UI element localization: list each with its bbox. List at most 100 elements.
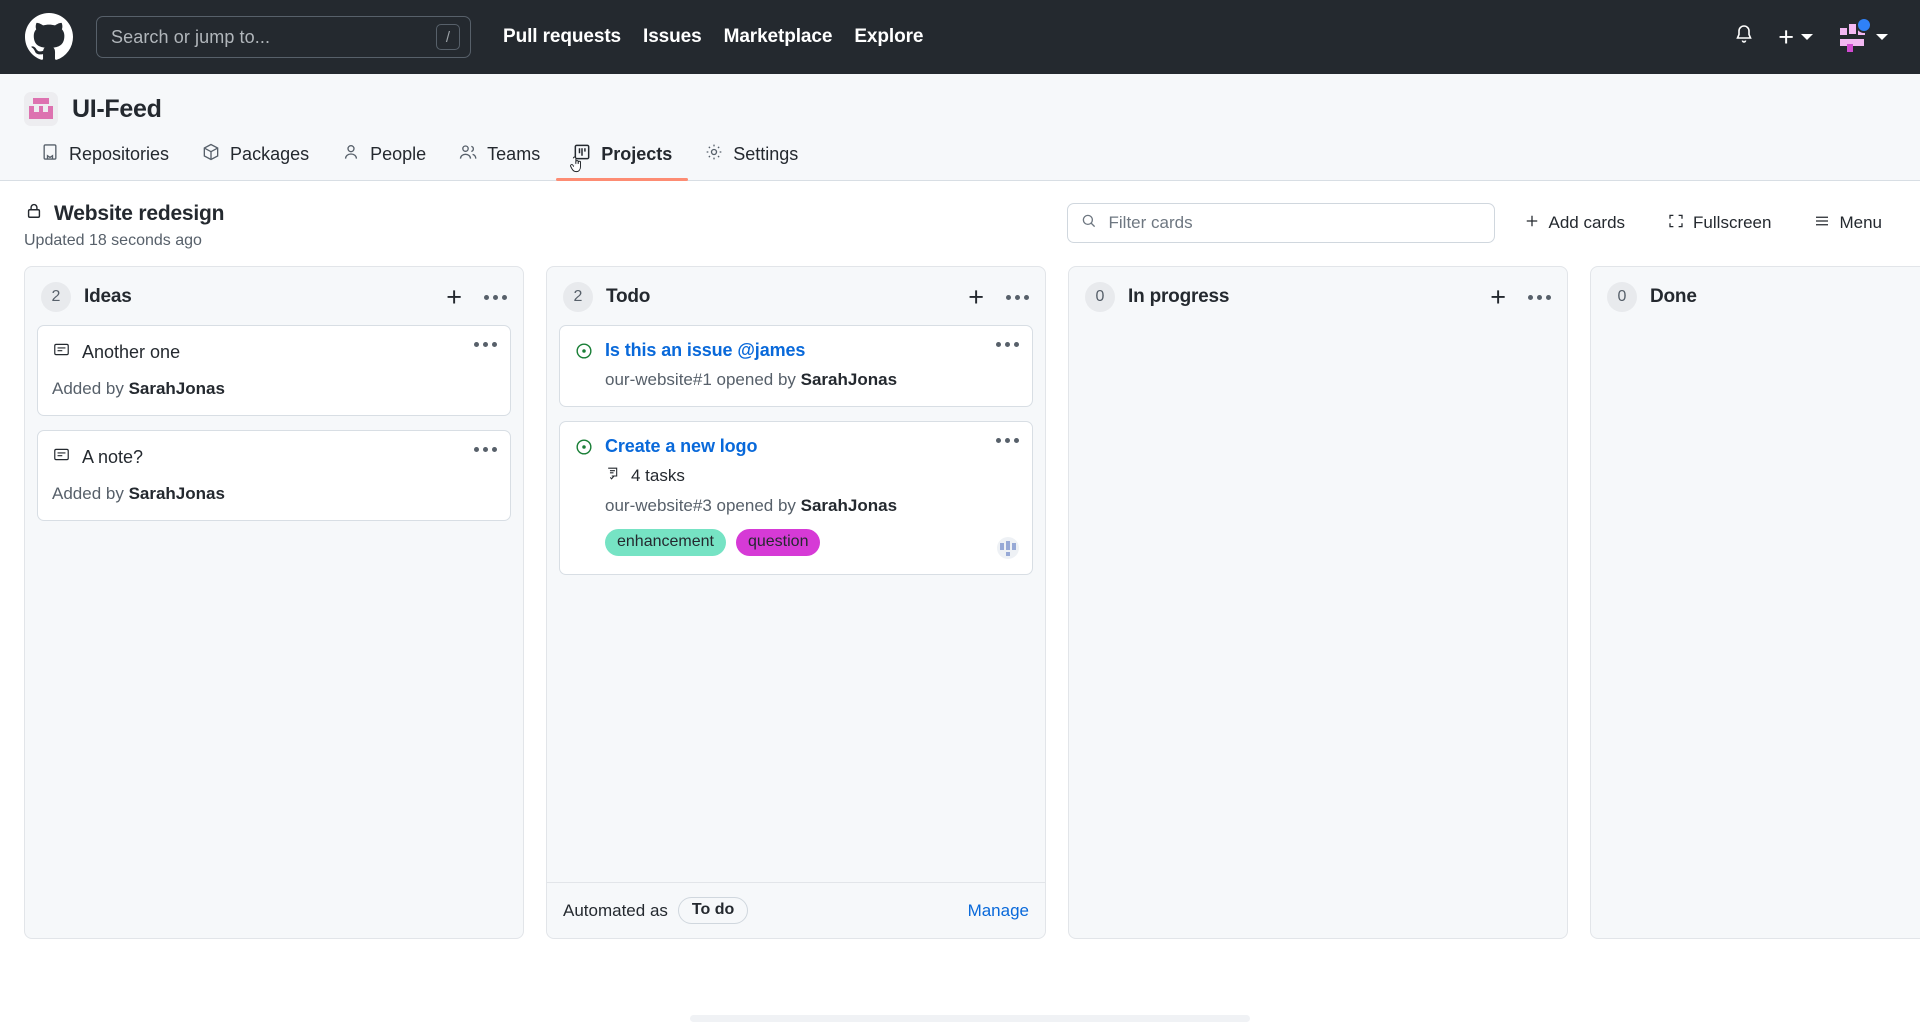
column-menu-button[interactable] [1006, 294, 1029, 300]
automation-state-badge: To do [677, 897, 749, 924]
column-name: Ideas [84, 286, 132, 307]
tab-projects[interactable]: Projects [556, 142, 689, 181]
scrollbar-thumb[interactable] [690, 1015, 1250, 1022]
project-toolbar-actions: Filter cards Add cards Fullscreen Menu [1066, 201, 1897, 243]
column-header: 2 Todo + [547, 267, 1045, 325]
add-card-to-column-button[interactable]: + [1490, 283, 1506, 311]
label-enhancement[interactable]: enhancement [605, 529, 726, 556]
chevron-down-icon [1876, 34, 1888, 40]
column-cards [1069, 325, 1567, 938]
tab-packages[interactable]: Packages [185, 142, 325, 180]
column-menu-button[interactable] [1528, 294, 1551, 300]
project-updated-timestamp: Updated 18 seconds ago [24, 232, 202, 249]
nav-explore[interactable]: Explore [854, 26, 923, 48]
fullscreen-button[interactable]: Fullscreen [1653, 203, 1785, 243]
hamburger-icon [1813, 212, 1831, 235]
tab-people[interactable]: People [325, 142, 442, 180]
card-title: Another one [82, 341, 181, 362]
project-board: 2 Ideas + Another one Added by SarahJona… [0, 266, 1920, 946]
menu-button[interactable]: Menu [1799, 203, 1896, 243]
nav-issues[interactable]: Issues [643, 26, 702, 48]
global-header: Search or jump to... / Pull requests Iss… [0, 0, 1920, 74]
board-column-in-progress: 0 In progress + [1068, 266, 1568, 939]
note-icon [52, 340, 71, 364]
card-title-link[interactable]: Create a new logo [605, 436, 757, 457]
manage-automation-link[interactable]: Manage [968, 901, 1029, 921]
page-title: UI-Feed [72, 94, 162, 123]
card-menu-button[interactable] [474, 447, 497, 452]
search-shortcut-key: / [436, 24, 460, 50]
add-cards-button[interactable]: Add cards [1509, 203, 1640, 243]
plus-icon [1523, 212, 1541, 235]
chevron-down-icon [1801, 34, 1813, 40]
project-title: Website redesign [54, 201, 225, 225]
add-cards-label: Add cards [1548, 213, 1626, 232]
menu-label: Menu [1839, 213, 1882, 232]
filter-placeholder: Filter cards [1108, 213, 1193, 232]
card-meta-prefix: our-website#1 opened by [605, 370, 801, 389]
repo-icon [40, 142, 60, 167]
column-name: Done [1650, 286, 1697, 307]
card-author: SarahJonas [128, 379, 225, 398]
column-header: 0 In progress + [1069, 267, 1567, 325]
card-meta: our-website#1 opened by SarahJonas [574, 370, 1018, 390]
card-author: SarahJonas [800, 496, 898, 515]
tab-label: Repositories [69, 144, 170, 164]
card-author: SarahJonas [128, 484, 225, 503]
header-actions: + [1732, 17, 1900, 54]
card-menu-button[interactable] [996, 438, 1019, 443]
add-card-to-column-button[interactable]: + [968, 283, 984, 311]
card-menu-button[interactable] [996, 342, 1019, 347]
tab-label: Teams [487, 144, 541, 164]
status-badge [1856, 17, 1872, 33]
note-card[interactable]: A note? Added by SarahJonas [37, 430, 511, 521]
tab-repositories[interactable]: Repositories [24, 142, 185, 180]
board-column-ideas: 2 Ideas + Another one Added by SarahJona… [24, 266, 524, 939]
create-new-button[interactable]: + [1778, 23, 1813, 51]
issue-card[interactable]: Is this an issue @james our-website#1 op… [559, 325, 1033, 407]
tab-teams[interactable]: Teams [442, 142, 556, 180]
nav-pull-requests[interactable]: Pull requests [503, 26, 621, 48]
avatar [1835, 17, 1872, 54]
column-card-count: 0 [1607, 282, 1637, 312]
card-meta-prefix: our-website#3 opened by [605, 496, 801, 515]
fullscreen-icon [1667, 212, 1685, 235]
column-automation-footer: Automated as To do Manage [547, 882, 1045, 938]
issue-opened-icon [574, 341, 594, 361]
card-title-link[interactable]: Is this an issue @james [605, 340, 805, 361]
column-cards [1591, 325, 1920, 938]
tasklist-icon [605, 465, 622, 487]
issue-card[interactable]: Create a new logo 4 tasks our-website#3 … [559, 421, 1033, 575]
card-labels: enhancement question [574, 529, 1018, 556]
tab-settings[interactable]: Settings [688, 142, 814, 180]
bell-icon[interactable] [1732, 23, 1756, 52]
label-question[interactable]: question [735, 529, 821, 556]
column-menu-button[interactable] [484, 294, 507, 300]
add-card-to-column-button[interactable]: + [446, 283, 462, 311]
fullscreen-label: Fullscreen [1693, 213, 1772, 232]
project-board-icon [572, 142, 592, 167]
account-menu[interactable] [1835, 17, 1888, 54]
column-name: Todo [606, 286, 651, 307]
filter-cards-input[interactable]: Filter cards [1066, 203, 1495, 243]
card-meta-prefix: Added by [52, 484, 129, 503]
tab-label: Projects [601, 144, 673, 164]
tab-label: Packages [230, 144, 310, 164]
horizontal-scrollbar[interactable] [0, 1012, 1920, 1024]
search-input[interactable]: Search or jump to... / [96, 16, 471, 58]
column-card-count: 2 [563, 282, 593, 312]
card-menu-button[interactable] [474, 342, 497, 347]
assignee-avatar[interactable] [997, 537, 1019, 559]
note-card[interactable]: Another one Added by SarahJonas [37, 325, 511, 416]
board-column-done: 0 Done + [1590, 266, 1920, 939]
card-author: SarahJonas [800, 370, 898, 389]
column-header: 2 Ideas + [25, 267, 523, 325]
lock-icon [24, 201, 44, 226]
automated-as-label: Automated as [563, 900, 668, 920]
github-mark-icon[interactable] [24, 12, 74, 62]
card-tasks-label: 4 tasks [631, 466, 685, 485]
org-tabs: Repositories Packages People Teams Proje… [0, 142, 1920, 181]
project-heading: Website redesign Updated 18 seconds ago [24, 201, 224, 250]
search-placeholder: Search or jump to... [111, 26, 271, 47]
nav-marketplace[interactable]: Marketplace [724, 26, 833, 48]
